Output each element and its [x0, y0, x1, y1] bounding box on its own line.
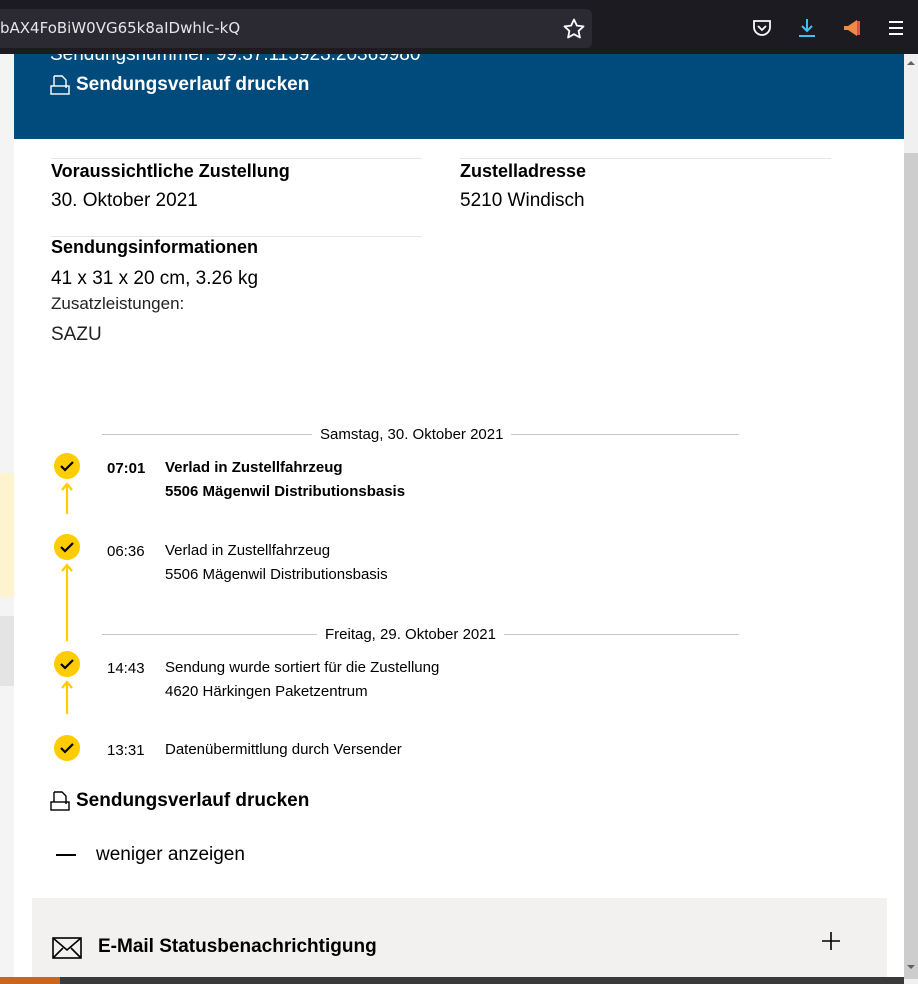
- bookmark-star-icon[interactable]: [562, 17, 586, 41]
- bottom-strip: [0, 977, 904, 984]
- check-circle-icon: [54, 453, 80, 479]
- event-time: 07:01: [107, 460, 146, 477]
- arrow-up-icon: [61, 563, 73, 641]
- url-text[interactable]: bAX4FoBiW0VG65k8aIDwhlc-kQ: [0, 19, 240, 37]
- divider: [460, 158, 831, 159]
- page-background-panel: [0, 616, 14, 686]
- event-location: 5506 Mägenwil Distributionsbasis: [165, 566, 388, 583]
- check-circle-icon: [54, 651, 80, 677]
- address-value: 5210 Windisch: [460, 190, 585, 211]
- address-label: Zustelladresse: [460, 161, 587, 181]
- scroll-up-icon[interactable]: [906, 58, 916, 68]
- bottom-strip-accent: [0, 977, 60, 984]
- event-title: Verlad in Zustellfahrzeug: [165, 542, 331, 559]
- plus-icon[interactable]: [820, 930, 842, 952]
- check-circle-icon: [54, 735, 80, 761]
- modal-header: Sendungsnummer: 99.37.115923.20369980 Se…: [14, 54, 906, 139]
- page-background-notice: [0, 473, 14, 597]
- delivery-label: Voraussichtliche Zustellung: [51, 161, 290, 181]
- scrollbar-thumb[interactable]: [904, 153, 918, 979]
- shipment-info-label: Sendungsinformationen: [51, 237, 258, 257]
- divider: [51, 158, 422, 159]
- check-circle-icon: [54, 534, 80, 560]
- print-history-button[interactable]: Sendungsverlauf drucken: [50, 790, 309, 812]
- pocket-icon[interactable]: [751, 17, 773, 39]
- extras-value: SAZU: [51, 324, 102, 345]
- print-history-label: Sendungsverlauf drucken: [76, 790, 310, 811]
- event-time: 14:43: [107, 660, 145, 677]
- delivery-value: 30. Oktober 2021: [51, 190, 198, 211]
- event-title: Sendung wurde sortiert für die Zustellun…: [165, 659, 440, 676]
- event-title: Verlad in Zustellfahrzeug: [165, 459, 343, 476]
- download-icon[interactable]: [796, 17, 818, 39]
- header-print-label: Sendungsverlauf drucken: [76, 74, 310, 95]
- event-location: 4620 Härkingen Paketzentrum: [165, 683, 368, 700]
- shipment-info-value: 41 x 31 x 20 cm, 3.26 kg: [51, 268, 259, 289]
- envelope-icon: [52, 937, 82, 959]
- email-notification-label: E-Mail Statusbenachrichtigung: [98, 936, 377, 957]
- date-label: Freitag, 29. Oktober 2021: [317, 626, 504, 643]
- scroll-down-icon[interactable]: [906, 962, 916, 972]
- print-document-icon: [50, 791, 70, 811]
- event-time: 06:36: [107, 543, 145, 560]
- event-location: 5506 Mägenwil Distributionsbasis: [165, 483, 406, 500]
- shipment-number: Sendungsnummer: 99.37.115923.20369980: [50, 54, 421, 65]
- url-bar[interactable]: bAX4FoBiW0VG65k8aIDwhlc-kQ: [0, 9, 592, 48]
- date-label: Samstag, 30. Oktober 2021: [312, 426, 512, 443]
- event-title: Datenübermittlung durch Versender: [165, 741, 402, 758]
- browser-toolbar: bAX4FoBiW0VG65k8aIDwhlc-kQ: [0, 0, 918, 54]
- arrow-up-icon: [61, 482, 73, 514]
- minus-icon: [56, 854, 76, 856]
- show-less-button[interactable]: weniger anzeigen: [56, 844, 245, 866]
- arrow-up-icon: [61, 680, 73, 714]
- event-time: 13:31: [107, 742, 145, 759]
- menu-icon[interactable]: [885, 17, 907, 39]
- header-print-button[interactable]: Sendungsverlauf drucken: [50, 74, 309, 96]
- extras-label: Zusatzleistungen:: [51, 294, 185, 313]
- extension-megaphone-icon[interactable]: [841, 17, 863, 39]
- print-document-icon: [50, 75, 70, 95]
- show-less-label: weniger anzeigen: [96, 844, 245, 865]
